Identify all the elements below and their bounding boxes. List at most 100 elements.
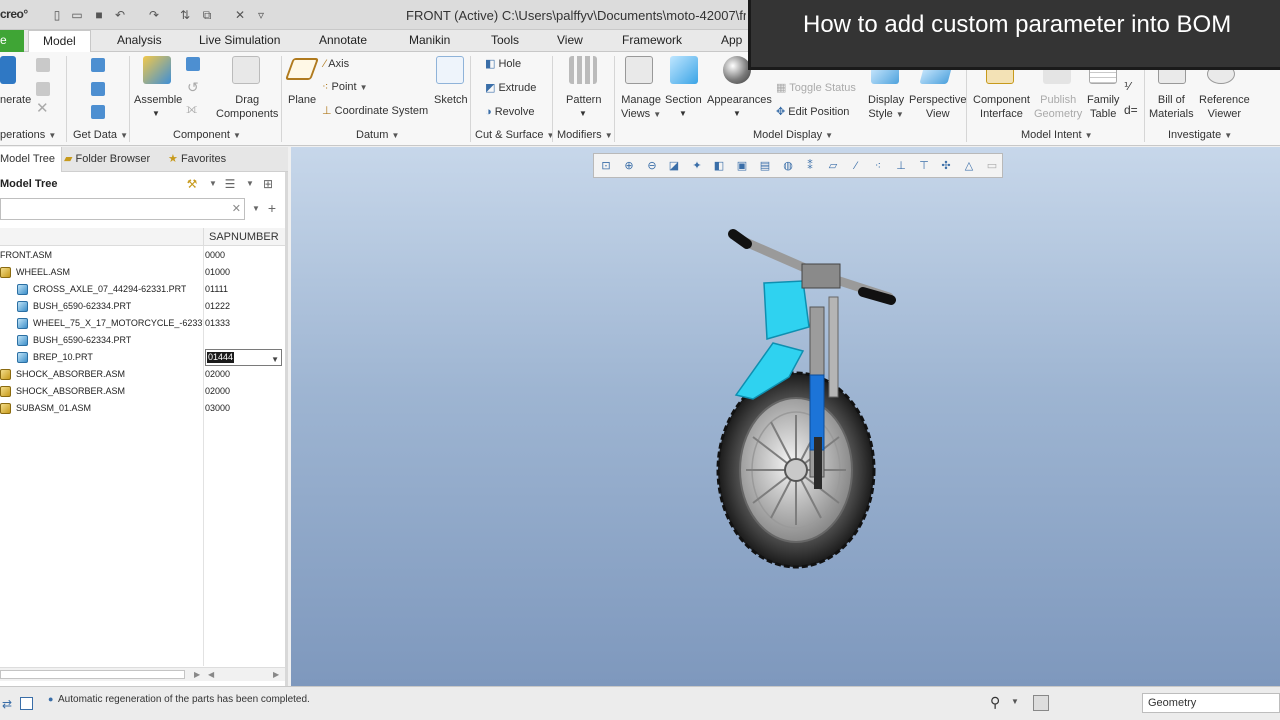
tree-row[interactable]: SUBASM_01.ASM 03000 [0, 400, 285, 417]
settings-dropdown-icon[interactable]: ▼ [243, 177, 257, 191]
axis-button[interactable]: ⁄ Axis [324, 57, 349, 71]
group-get-data[interactable]: Get Data ▼ [73, 129, 128, 141]
pattern-button[interactable]: Pattern [566, 93, 601, 107]
selection-buffer-icon[interactable] [1033, 695, 1049, 711]
group-datum[interactable]: Datum ▼ [356, 129, 399, 141]
parameters-icon[interactable]: d= [1124, 103, 1138, 117]
tree-horizontal-scrollbar[interactable]: ▶ ◀ ▶ [0, 667, 285, 681]
family-table-button[interactable]: Family Table [1087, 93, 1119, 121]
tab-live-simulation[interactable]: Live Simulation [199, 30, 280, 52]
tree-row-sapnumber[interactable]: 0000 [205, 247, 225, 264]
drag-components-button[interactable]: Drag Components [216, 93, 278, 121]
tree-row[interactable]: SHOCK_ABSORBER.ASM 02000 [0, 383, 285, 400]
plane-icon[interactable] [284, 58, 320, 80]
tree-row-sapnumber[interactable]: 01333 [205, 315, 230, 332]
scroll-right-icon[interactable]: ▶ [273, 668, 279, 682]
selection-filter-dropdown[interactable]: Geometry [1142, 693, 1280, 713]
pattern-dropdown-icon[interactable]: ▼ [579, 107, 587, 121]
tree-row[interactable]: BUSH_6590-62334.PRT [0, 332, 285, 349]
section-button[interactable]: Section [665, 93, 702, 107]
tab-file[interactable]: e [0, 30, 24, 52]
tab-view[interactable]: View [557, 30, 583, 52]
assemble-dropdown-icon[interactable]: ▼ [152, 107, 160, 121]
redo-icon[interactable]: ↷ [147, 8, 161, 22]
tree-row-sapnumber[interactable]: 01222 [205, 298, 230, 315]
group-model-display[interactable]: Model Display ▼ [753, 129, 833, 141]
customize-dropdown-icon[interactable]: ▿ [254, 8, 268, 22]
sapnumber-edit-field[interactable]: 01444 ▼ [205, 349, 282, 366]
manage-views-button[interactable]: Manage Views ▼ [621, 93, 661, 122]
tree-row[interactable]: WHEEL.ASM 01000 [0, 264, 285, 281]
undo-icon[interactable]: ↶ [113, 8, 127, 22]
settings-list-icon[interactable]: ☰ [223, 177, 237, 191]
group-model-intent[interactable]: Model Intent ▼ [1021, 129, 1093, 141]
tools-dropdown-icon[interactable]: ▼ [206, 177, 220, 191]
wheel[interactable] [716, 371, 876, 569]
tools-hammer-icon[interactable]: ⚒ [185, 177, 199, 191]
drag-components-icon[interactable] [232, 56, 260, 84]
regenerate-icon[interactable] [0, 56, 16, 84]
edit-position-button[interactable]: ✥ Edit Position [776, 105, 849, 119]
manage-views-icon[interactable] [625, 56, 653, 84]
coordinate-system-button[interactable]: ⊥ Coordinate System [322, 104, 428, 118]
appearances-dropdown-icon[interactable]: ▼ [733, 107, 741, 121]
pattern-icon[interactable] [569, 56, 597, 84]
tab-tools[interactable]: Tools [491, 30, 519, 52]
group-modifiers[interactable]: Modifiers ▼ [557, 129, 613, 141]
tree-row[interactable]: WHEEL_75_X_17_MOTORCYCLE_-62337.PRT 0133… [0, 315, 285, 332]
delete-icon[interactable]: ✕ [36, 101, 49, 116]
section-dropdown-icon[interactable]: ▼ [679, 107, 687, 121]
revolve-button[interactable]: ◑ Revolve [485, 105, 534, 119]
tree-row-sapnumber[interactable]: 01000 [205, 264, 230, 281]
search-filter-dropdown-icon[interactable]: ▼ [249, 202, 263, 216]
tree-row[interactable]: BUSH_6590-62334.PRT 01222 [0, 298, 285, 315]
open-folder-icon[interactable]: ▭ [70, 8, 84, 22]
sapnumber-edit-value[interactable]: 01444 [207, 352, 235, 363]
sketch-icon[interactable] [436, 56, 464, 84]
appearances-button[interactable]: Appearances [707, 93, 772, 107]
create-component-icon[interactable] [186, 57, 200, 71]
user-defined-feature-icon[interactable] [91, 58, 105, 72]
model-tree-search-input[interactable] [1, 199, 231, 219]
tab-folder-browser[interactable]: ▰ Folder Browser [64, 147, 150, 172]
tree-row-sapnumber[interactable]: 03000 [205, 400, 230, 417]
regenerate-button[interactable]: nerate [0, 93, 31, 107]
motorcycle-front-model[interactable] [291, 147, 1280, 686]
relations-icon[interactable]: ⅟ [1124, 80, 1130, 94]
mirror-component-icon[interactable]: ⟗ [186, 102, 197, 116]
tab-framework[interactable]: Framework [622, 30, 682, 52]
bill-of-materials-button[interactable]: Bill of Materials [1149, 93, 1194, 121]
reference-viewer-button[interactable]: Reference Viewer [1199, 93, 1250, 121]
tab-analysis[interactable]: Analysis [117, 30, 162, 52]
paste-icon[interactable] [36, 82, 50, 96]
group-cut-surface[interactable]: Cut & Surface ▼ [475, 129, 554, 141]
show-hide-columns-icon[interactable]: ⊞ [261, 177, 275, 191]
group-investigate[interactable]: Investigate ▼ [1168, 129, 1232, 141]
merge-icon[interactable] [91, 82, 105, 96]
point-button[interactable]: ⁖ Point ▼ [322, 80, 368, 95]
message-log-icon[interactable]: ⇄ [2, 697, 12, 711]
perspective-view-button[interactable]: Perspective View [909, 93, 966, 121]
tab-applications[interactable]: App [721, 30, 742, 52]
hole-button[interactable]: ◧ Hole [485, 57, 521, 71]
assemble-button[interactable]: Assemble [134, 93, 182, 107]
scrollbar-thumb[interactable] [0, 670, 185, 679]
full-screen-icon[interactable] [20, 697, 33, 710]
assemble-icon[interactable] [143, 56, 171, 84]
publish-geometry-button[interactable]: Publish Geometry [1034, 93, 1082, 121]
plane-button[interactable]: Plane [288, 93, 316, 107]
save-icon[interactable]: ■ [92, 8, 106, 22]
component-interface-button[interactable]: Component Interface [973, 93, 1030, 121]
handlebar[interactable] [728, 229, 896, 305]
tab-model[interactable]: Model [28, 30, 91, 53]
tab-favorites[interactable]: ★ Favorites [168, 147, 226, 172]
copy-icon[interactable] [36, 58, 50, 72]
regenerate-quick-icon[interactable]: ⇅ [178, 8, 192, 22]
find-dropdown-icon[interactable]: ▼ [1011, 697, 1019, 706]
scroll-right-icon[interactable]: ▶ [194, 668, 200, 682]
tree-row[interactable]: SHOCK_ABSORBER.ASM 02000 [0, 366, 285, 383]
display-style-button[interactable]: Display Style ▼ [868, 93, 904, 122]
section-icon[interactable] [670, 56, 698, 84]
shrinkwrap-icon[interactable] [91, 105, 105, 119]
sketch-button[interactable]: Sketch [434, 93, 468, 107]
